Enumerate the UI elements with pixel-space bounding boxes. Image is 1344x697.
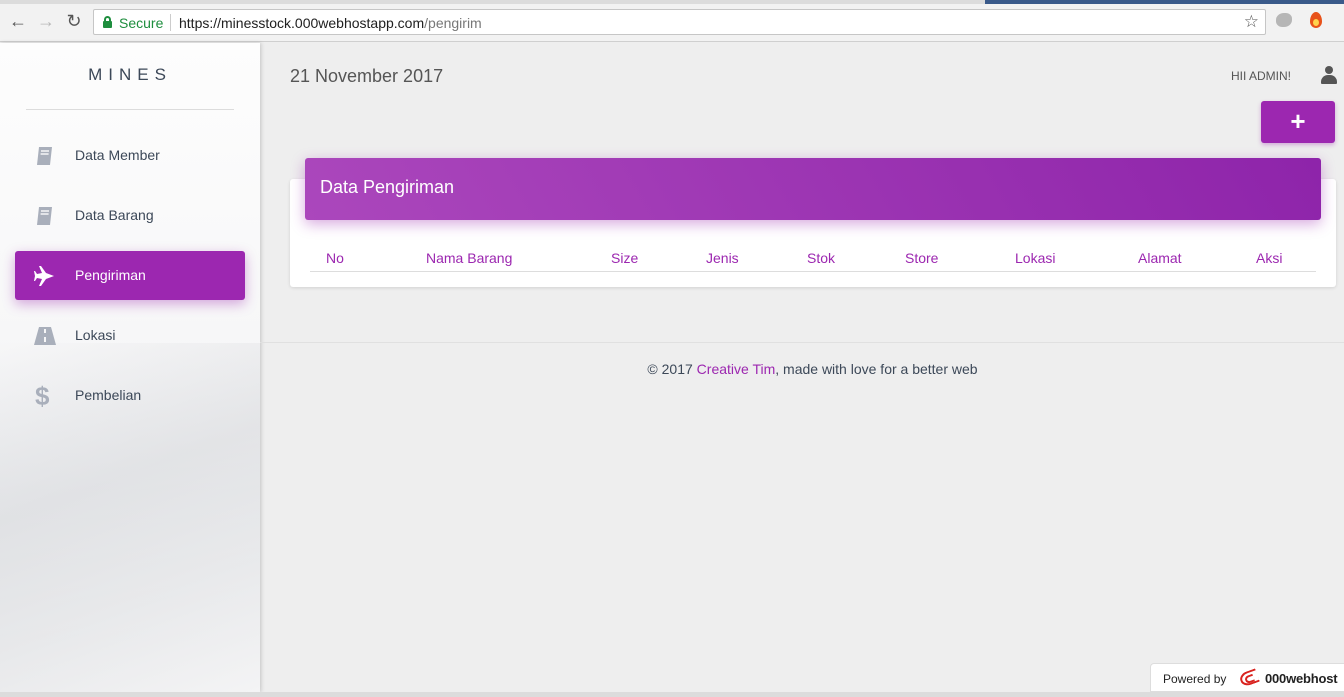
url-path: /pengirim [424,15,482,31]
browser-toolbar: ← → ↻ Secure https://minesstock.000webho… [0,0,1344,42]
sidebar-item-pengiriman[interactable]: Pengiriman [15,251,245,300]
road-icon [33,324,57,348]
book-icon [33,144,57,168]
powered-by-badge[interactable]: Powered by 000webhost [1150,663,1344,692]
column-header-store: Store [905,250,939,266]
url-text[interactable]: https://minesstock.000webhostapp.com/pen… [179,15,482,31]
card-header: Data Pengiriman [305,158,1321,220]
sidebar-item-label: Lokasi [75,327,116,343]
user-greeting: HII ADMIN! [1231,69,1292,83]
plane-icon [33,264,57,288]
bookmark-star-icon[interactable]: ☆ [1244,12,1259,32]
back-arrow-icon[interactable]: ← [8,11,28,31]
dollar-icon: $ [35,381,50,411]
column-header-lokasi: Lokasi [1015,250,1056,266]
powered-by-label: Powered by [1163,672,1227,686]
column-header-no: No [326,250,344,266]
extension-icon[interactable] [1276,13,1292,27]
column-header-size: Size [611,250,639,266]
column-header-aksi: Aksi [1256,250,1283,266]
lock-icon [103,16,112,28]
user-icon[interactable] [1321,66,1337,85]
page-date: 21 November 2017 [290,66,444,86]
url-host: https://minesstock.000webhostapp.com [179,15,425,31]
powered-by-brand: 000webhost [1265,671,1338,686]
column-header-jenis: Jenis [706,250,739,266]
window-bottom-edge [0,692,1344,697]
webhost-logo-icon [1238,668,1260,688]
footer-brand-link[interactable]: Creative Tim [697,361,776,377]
add-button[interactable]: + [1261,101,1335,143]
column-header-stok: Stok [807,250,836,266]
sidebar-item-label: Data Member [75,147,160,163]
sidebar-item-data-member[interactable]: Data Member [15,131,245,180]
footer-tagline: , made with love for a better web [775,361,978,377]
forward-arrow-icon[interactable]: → [36,11,56,31]
footer-divider [260,342,1344,343]
sidebar-item-pembelian[interactable]: $ Pembelian [15,371,245,420]
sidebar-item-data-barang[interactable]: Data Barang [15,191,245,240]
footer: © 2017 Creative Tim, made with love for … [260,361,1344,377]
book-icon [33,204,57,228]
column-header-alamat: Alamat [1138,250,1182,266]
sidebar-item-label: Data Barang [75,207,154,223]
address-bar[interactable]: Secure https://minesstock.000webhostapp.… [93,9,1266,35]
sidebar-item-lokasi[interactable]: Lokasi [15,311,245,360]
logo-divider [26,109,234,110]
sidebar-item-label: Pengiriman [75,267,146,283]
logo[interactable]: MINES [0,65,260,85]
sidebar: MINES Data Member Data Barang Pengiriman… [0,43,260,692]
footer-copyright: © 2017 [647,361,697,377]
extension-flame-icon[interactable] [1309,12,1323,29]
sidebar-item-label: Pembelian [75,387,142,403]
tab-strip [0,0,1344,4]
card-title: Data Pengiriman [320,177,455,197]
column-header-nama-barang: Nama Barang [426,250,513,266]
secure-label: Secure [119,15,164,31]
table-header-divider [310,271,1316,272]
reload-icon[interactable]: ↻ [64,11,84,31]
